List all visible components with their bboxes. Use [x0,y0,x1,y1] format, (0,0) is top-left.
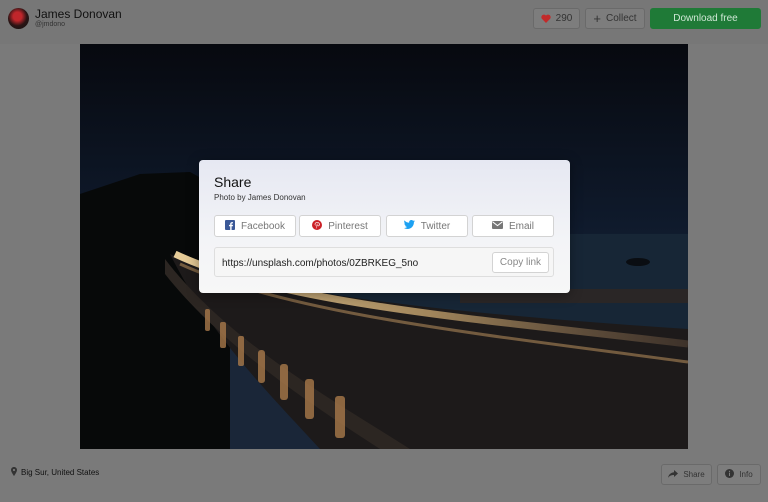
modal-subtitle: Photo by James Donovan [214,193,306,202]
download-label: Download free [673,13,738,24]
copy-link-button[interactable]: Copy link [492,252,549,273]
pinterest-label: Pinterest [328,220,368,232]
user-name[interactable]: James Donovan [35,7,122,21]
location-pin-icon [11,467,17,478]
email-icon [491,220,503,232]
like-button[interactable]: 290 [533,8,580,29]
twitter-label: Twitter [420,220,451,232]
location-label: Big Sur, United States [21,468,100,477]
info-button[interactable]: Info [717,464,761,485]
facebook-icon [225,219,236,233]
collect-button[interactable]: + Collect [585,8,645,29]
collect-label: Collect [606,13,637,24]
heart-icon [541,14,551,23]
modal-title: Share [214,174,252,190]
twitter-share-button[interactable]: Twitter [386,215,468,237]
info-label: Info [739,470,753,479]
email-label: Email [508,220,534,232]
facebook-label: Facebook [241,220,285,232]
info-icon [725,469,735,480]
facebook-share-button[interactable]: Facebook [214,215,296,237]
share-link-url[interactable]: https://unsplash.com/photos/0ZBRKEG_5no [222,258,418,269]
user-handle[interactable]: @jmdono [35,21,65,28]
share-arrow-icon [668,469,679,480]
top-bar: James Donovan @jmdono 290 + Collect Down… [0,0,768,44]
twitter-icon [403,220,415,232]
share-button[interactable]: Share [661,464,712,485]
pinterest-icon [312,219,323,233]
pinterest-share-button[interactable]: Pinterest [299,215,381,237]
share-link-box[interactable]: https://unsplash.com/photos/0ZBRKEG_5no … [214,247,554,277]
photo-location[interactable]: Big Sur, United States [11,467,99,478]
like-count: 290 [555,13,573,24]
plus-icon: + [593,11,601,26]
download-button[interactable]: Download free [650,8,761,29]
avatar[interactable] [8,8,29,29]
share-label: Share [683,470,705,479]
email-share-button[interactable]: Email [472,215,554,237]
share-modal: Share Photo by James Donovan Facebook Pi… [199,160,570,293]
